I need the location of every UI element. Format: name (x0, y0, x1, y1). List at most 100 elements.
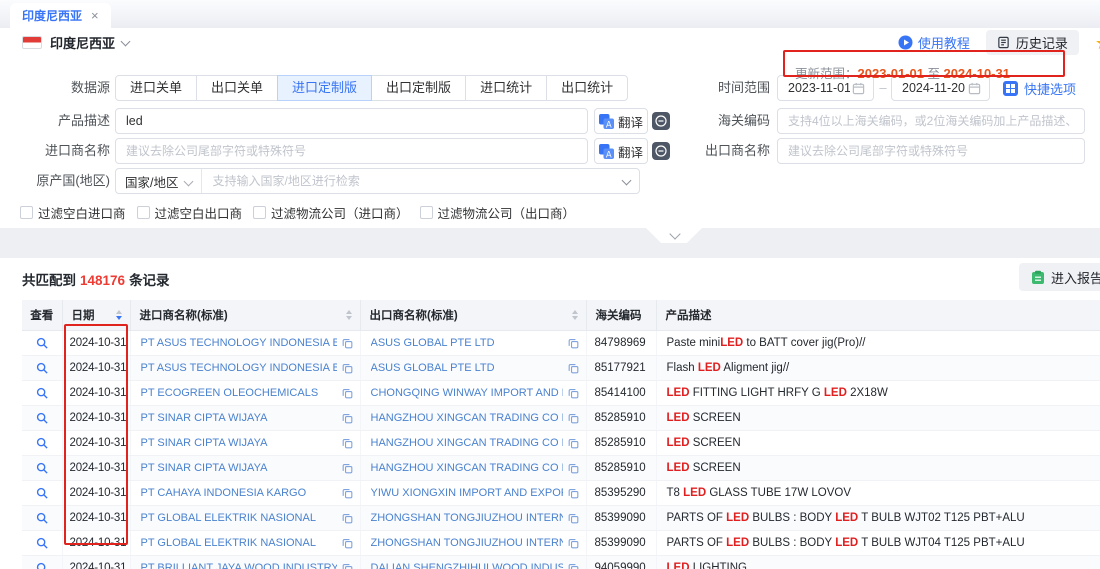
sort-icon[interactable] (572, 310, 578, 320)
copy-icon[interactable] (568, 463, 579, 474)
table-row: 2024-10-31PT ASUS TECHNOLOGY INDONESIA B… (22, 331, 1100, 356)
importer-link[interactable]: PT ASUS TECHNOLOGY INDONESIA BA... (141, 362, 337, 374)
view-record-button[interactable] (36, 437, 48, 449)
copy-icon[interactable] (342, 463, 353, 474)
tutorial-link[interactable]: 使用教程 (898, 33, 970, 52)
tab-indonesia[interactable]: 印度尼西亚 × (10, 3, 111, 28)
copy-icon[interactable] (568, 338, 579, 349)
importer-link[interactable]: PT GLOBAL ELEKTRIK NASIONAL (141, 537, 337, 549)
update-range-label: 更新范围： (795, 67, 858, 81)
column-header[interactable]: 进口商名称(标准) (130, 300, 360, 331)
match-count: 148176 (80, 273, 125, 288)
update-range-notice: 更新范围：2023-01-01 至 2024-10-31 (795, 63, 1010, 82)
exporter-link[interactable]: YIWU XIONGXIN IMPORT AND EXPORT... (371, 487, 563, 499)
history-button[interactable]: 历史记录 (986, 30, 1079, 55)
copy-icon[interactable] (342, 563, 353, 569)
chevron-down-icon[interactable] (121, 37, 131, 47)
exporter-link[interactable]: CHONGQING WINWAY IMPORT AND E... (371, 387, 563, 399)
copy-icon[interactable] (342, 338, 353, 349)
checkbox-box[interactable] (137, 206, 150, 219)
data-source-option[interactable]: 进口关单 (115, 75, 197, 101)
copy-icon[interactable] (342, 413, 353, 424)
chevron-down-icon[interactable] (622, 175, 632, 185)
exporter-link[interactable]: DALIAN SHENGZHIHUI WOOD INDUST... (371, 562, 563, 569)
view-record-button[interactable] (36, 412, 48, 424)
hs-code-input[interactable] (777, 108, 1085, 134)
view-record-button[interactable] (36, 487, 48, 499)
exporter-link[interactable]: HANGZHOU XINGCAN TRADING CO LTD (371, 412, 563, 424)
filter-checkbox[interactable]: 过滤物流公司（出口商） (420, 203, 576, 222)
checkbox-box[interactable] (420, 206, 433, 219)
view-record-button[interactable] (36, 462, 48, 474)
view-record-button[interactable] (36, 337, 48, 349)
chevron-down-icon (184, 176, 194, 186)
column-header[interactable]: 出口商名称(标准) (360, 300, 586, 331)
exporter-link[interactable]: ASUS GLOBAL PTE LTD (371, 362, 563, 374)
importer-link[interactable]: PT SINAR CIPTA WIJAYA (141, 412, 337, 424)
view-record-button[interactable] (36, 562, 48, 569)
product-desc-input[interactable] (115, 108, 588, 134)
importer-link[interactable]: PT ECOGREEN OLEOCHEMICALS (141, 387, 337, 399)
importer-link[interactable]: PT SINAR CIPTA WIJAYA (141, 437, 337, 449)
star-icon[interactable]: ★ (1095, 34, 1100, 52)
view-record-button[interactable] (36, 387, 48, 399)
data-source-option[interactable]: 进口定制版 (277, 75, 372, 101)
checkbox-box[interactable] (20, 206, 33, 219)
checkbox-label: 过滤空白出口商 (155, 203, 243, 222)
checkbox-box[interactable] (253, 206, 266, 219)
copy-icon[interactable] (568, 413, 579, 424)
importer-link[interactable]: PT SINAR CIPTA WIJAYA (141, 462, 337, 474)
data-source-option[interactable]: 出口统计 (546, 75, 628, 101)
header-actions: 使用教程 历史记录 ★ (898, 30, 1100, 55)
start-date-value[interactable] (786, 80, 852, 96)
copy-icon[interactable] (342, 488, 353, 499)
country-name: 印度尼西亚 (50, 33, 115, 52)
table-row: 2024-10-31PT BRILLIANT JAYA WOOD INDUSTR… (22, 556, 1100, 569)
page-header: 印度尼西亚 使用教程 历史记录 ★ (0, 28, 1100, 58)
end-date-value[interactable] (900, 80, 968, 96)
importer-name-input[interactable] (115, 138, 588, 164)
quick-options-button[interactable]: 快捷选项 (1003, 75, 1076, 101)
view-record-button[interactable] (36, 512, 48, 524)
data-source-option[interactable]: 进口统计 (465, 75, 547, 101)
copy-icon[interactable] (342, 538, 353, 549)
sort-icon[interactable] (116, 310, 122, 320)
data-source-option[interactable]: 出口定制版 (371, 75, 466, 101)
copy-icon[interactable] (342, 438, 353, 449)
copy-icon[interactable] (568, 363, 579, 374)
exporter-name-input[interactable] (777, 138, 1085, 164)
copy-icon[interactable] (342, 388, 353, 399)
importer-link[interactable]: PT ASUS TECHNOLOGY INDONESIA BA... (141, 337, 337, 349)
importer-link[interactable]: PT BRILLIANT JAYA WOOD INDUSTRY (141, 562, 337, 569)
exporter-link[interactable]: HANGZHOU XINGCAN TRADING CO LTD (371, 437, 563, 449)
copy-icon[interactable] (568, 538, 579, 549)
copy-icon[interactable] (568, 513, 579, 524)
view-record-button[interactable] (36, 537, 48, 549)
copy-icon[interactable] (568, 438, 579, 449)
view-record-button[interactable] (36, 362, 48, 374)
section-divider (0, 228, 1100, 258)
filter-checkbox[interactable]: 过滤空白进口商 (20, 203, 126, 222)
copy-icon[interactable] (568, 388, 579, 399)
exporter-link[interactable]: ZHONGSHAN TONGJIUZHOU INTERNA... (371, 537, 563, 549)
exporter-link[interactable]: ZHONGSHAN TONGJIUZHOU INTERNA... (371, 512, 563, 524)
exporter-link[interactable]: ASUS GLOBAL PTE LTD (371, 337, 563, 349)
copy-icon[interactable] (568, 488, 579, 499)
copy-icon[interactable] (342, 513, 353, 524)
importer-link[interactable]: PT CAHAYA INDONESIA KARGO (141, 487, 337, 499)
filter-checkbox[interactable]: 过滤物流公司（进口商） (253, 203, 409, 222)
column-header[interactable]: 日期 (62, 300, 130, 331)
enter-report-button[interactable]: 进入报告 (1019, 263, 1100, 291)
origin-country-select[interactable]: 国家/地区 (116, 169, 202, 193)
close-icon[interactable]: × (91, 9, 99, 22)
data-source-option[interactable]: 出口关单 (196, 75, 278, 101)
copy-icon[interactable] (342, 363, 353, 374)
origin-country-search-input[interactable] (202, 174, 616, 188)
copy-icon[interactable] (568, 563, 579, 569)
sort-icon[interactable] (346, 310, 352, 320)
exporter-link[interactable]: HANGZHOU XINGCAN TRADING CO LTD (371, 462, 563, 474)
product-desc-cell: LED SCREEN (656, 431, 1100, 456)
hs-code-cell: 94059990 (586, 556, 656, 569)
filter-checkbox[interactable]: 过滤空白出口商 (137, 203, 243, 222)
importer-link[interactable]: PT GLOBAL ELEKTRIK NASIONAL (141, 512, 337, 524)
